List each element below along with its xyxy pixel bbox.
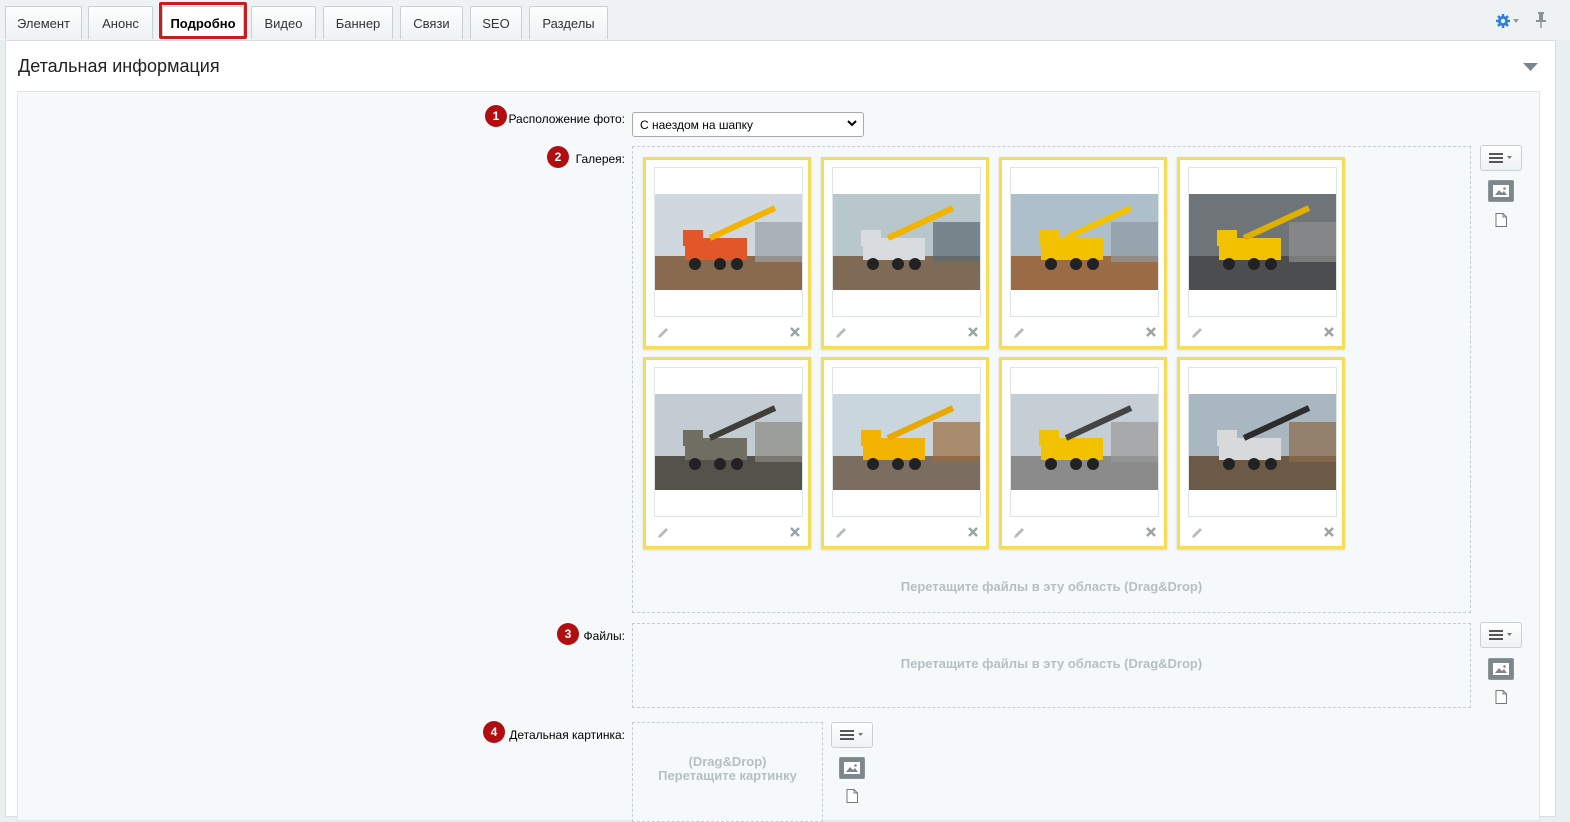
photo-position-label: Расположение фото: — [508, 112, 625, 126]
detail-image-label: Детальная картинка: — [509, 728, 625, 742]
pencil-icon[interactable] — [834, 526, 848, 540]
close-icon[interactable] — [1145, 326, 1157, 338]
crane-manipulator-truck-icon[interactable] — [833, 394, 980, 490]
close-icon[interactable] — [967, 326, 979, 338]
photo-position-select[interactable]: С наездом на шапку — [632, 112, 864, 137]
timber-loader-truck-icon[interactable] — [1189, 394, 1336, 490]
gallery-thumbnail[interactable] — [821, 157, 989, 349]
thumbnail-frame — [1010, 167, 1159, 317]
gallery-thumbnail[interactable] — [1177, 357, 1345, 549]
menu-icon — [1489, 153, 1512, 163]
gallery-menu-button[interactable] — [1480, 145, 1522, 171]
pencil-icon[interactable] — [1012, 326, 1026, 340]
file-icon[interactable] — [1495, 690, 1507, 704]
detail-image-drop-hint-1: (Drag&Drop) — [688, 754, 767, 769]
tab-banner[interactable]: Баннер — [323, 6, 393, 39]
chevron-down-icon — [847, 120, 857, 127]
detail-image-dropzone[interactable]: (Drag&Drop) Перетащите картинку — [632, 722, 823, 822]
pencil-icon[interactable] — [656, 526, 670, 540]
caret-down-icon — [1513, 19, 1519, 23]
pencil-icon[interactable] — [834, 326, 848, 340]
gallery-thumbnail[interactable] — [821, 357, 989, 549]
gallery-thumbnail[interactable] — [643, 157, 811, 349]
files-label: Файлы: — [583, 629, 625, 643]
close-icon[interactable] — [1145, 526, 1157, 538]
pin-icon[interactable] — [1536, 12, 1546, 28]
gallery-label: Галерея: — [575, 152, 625, 166]
pencil-icon[interactable] — [1190, 326, 1204, 340]
pencil-icon[interactable] — [1012, 526, 1026, 540]
thumbnail-frame — [1188, 367, 1337, 517]
tab-video[interactable]: Видео — [251, 6, 316, 39]
tab-links[interactable]: Связи — [400, 6, 463, 39]
tab-seo[interactable]: SEO — [470, 6, 522, 39]
tab-sections[interactable]: Разделы — [529, 6, 608, 39]
excavator-icon[interactable] — [655, 394, 802, 490]
image-icon — [1493, 185, 1509, 197]
gear-icon — [1496, 14, 1510, 28]
section-title: Детальная информация — [18, 56, 220, 76]
gallery-thumbnail[interactable] — [999, 157, 1167, 349]
tab-bar: Элемент Анонс Подробно Видео Баннер Связ… — [0, 0, 1570, 40]
gallery-thumbnail[interactable] — [643, 357, 811, 549]
close-icon[interactable] — [789, 326, 801, 338]
detail-image-drop-hint-2: Перетащите картинку — [658, 768, 797, 783]
file-icon[interactable] — [846, 789, 858, 803]
mobile-crane-yellow-icon[interactable] — [1011, 194, 1158, 290]
tab-announce[interactable]: Анонс — [88, 6, 153, 39]
crane-truck-orange-icon[interactable] — [655, 194, 802, 290]
image-icon — [844, 762, 860, 774]
settings-menu[interactable] — [1496, 12, 1522, 30]
detail-image-menu-button[interactable] — [831, 722, 873, 748]
image-icon — [1493, 663, 1509, 675]
tab-details[interactable]: Подробно — [162, 6, 244, 39]
photo-position-value: С наездом на шапку — [640, 118, 754, 132]
close-icon[interactable] — [967, 526, 979, 538]
menu-icon — [1489, 630, 1512, 640]
file-icon[interactable] — [1495, 213, 1507, 227]
tipper-truck-yellow-icon[interactable] — [1011, 394, 1158, 490]
tab-element[interactable]: Элемент — [5, 6, 82, 39]
close-icon[interactable] — [1323, 326, 1335, 338]
files-drop-hint: Перетащите файлы в эту область (Drag&Dro… — [900, 656, 1203, 671]
menu-icon — [840, 730, 863, 740]
collapse-toggle-icon[interactable] — [1523, 63, 1538, 71]
gallery-drop-hint: Перетащите файлы в эту область (Drag&Dro… — [900, 579, 1203, 594]
files-dropzone[interactable]: Перетащите файлы в эту область (Drag&Dro… — [632, 623, 1471, 708]
pencil-icon[interactable] — [1190, 526, 1204, 540]
thumbnail-frame — [832, 367, 981, 517]
crane-truck-white-icon[interactable] — [833, 194, 980, 290]
thumbnail-frame — [1010, 367, 1159, 517]
dump-truck-yellow-icon[interactable] — [1189, 194, 1336, 290]
detail-image-add-button[interactable] — [839, 757, 865, 779]
close-icon[interactable] — [1323, 526, 1335, 538]
files-add-image-button[interactable] — [1488, 658, 1514, 680]
files-menu-button[interactable] — [1480, 622, 1522, 648]
gallery-add-image-button[interactable] — [1488, 180, 1514, 202]
thumbnail-frame — [654, 167, 803, 317]
gallery-thumbnail[interactable] — [999, 357, 1167, 549]
thumbnail-frame — [1188, 167, 1337, 317]
close-icon[interactable] — [789, 526, 801, 538]
pencil-icon[interactable] — [656, 326, 670, 340]
gallery-thumbnail[interactable] — [1177, 157, 1345, 349]
thumbnail-frame — [654, 367, 803, 517]
thumbnail-frame — [832, 167, 981, 317]
